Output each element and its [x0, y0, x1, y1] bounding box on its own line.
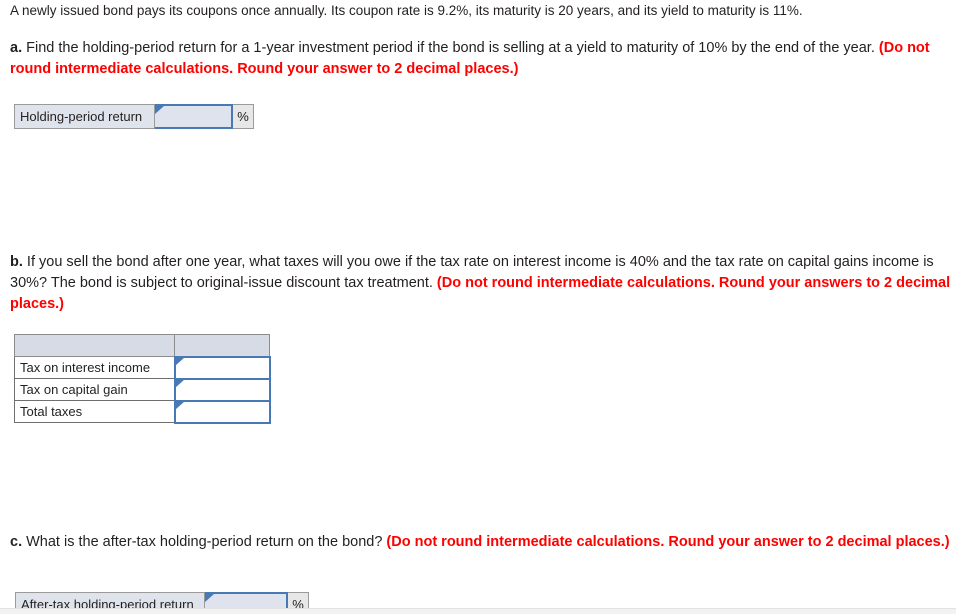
input-marker-icon — [175, 357, 185, 366]
part-a-label: a. — [10, 40, 23, 56]
part-c-question: What is the after-tax holding-period ret… — [22, 534, 387, 550]
tax-on-capital-gain-label: Tax on capital gain — [14, 378, 175, 401]
tax-on-interest-income-input[interactable] — [173, 355, 271, 380]
table-row: Tax on interest income — [14, 355, 271, 380]
input-marker-icon — [175, 401, 185, 410]
holding-period-return-label: Holding-period return — [14, 104, 155, 129]
table-row: Tax on capital gain — [14, 377, 271, 402]
table-row: Total taxes — [14, 399, 271, 424]
part-a-question: Find the holding-period return for a 1-y… — [22, 40, 879, 56]
question-part-b: b. If you sell the bond after one year, … — [10, 252, 952, 315]
part-b-label: b. — [10, 254, 23, 270]
table-header-cell-label — [14, 334, 175, 357]
tax-on-capital-gain-input[interactable] — [173, 377, 271, 402]
part-c-label: c. — [10, 534, 23, 550]
table-header-cell-value — [174, 334, 270, 357]
percent-unit-a: % — [233, 104, 254, 129]
question-part-c: c. What is the after-tax holding-period … — [10, 532, 952, 553]
total-taxes-label: Total taxes — [14, 400, 175, 423]
question-part-a: a. Find the holding-period return for a … — [10, 38, 952, 80]
taxes-table: Tax on interest income Tax on capital ga… — [14, 334, 271, 424]
answer-row-holding-period-return: Holding-period return % — [14, 104, 254, 129]
total-taxes-input[interactable] — [173, 399, 271, 424]
tax-on-interest-income-label: Tax on interest income — [14, 356, 175, 379]
holding-period-return-input[interactable] — [155, 104, 233, 129]
problem-page: A newly issued bond pays its coupons onc… — [0, 0, 956, 614]
table-header-row — [14, 334, 270, 357]
page-bottom-edge — [0, 608, 956, 614]
part-c-instruction: (Do not round intermediate calculations.… — [386, 534, 950, 550]
input-marker-icon — [175, 379, 185, 388]
problem-intro: A newly issued bond pays its coupons onc… — [10, 3, 803, 18]
